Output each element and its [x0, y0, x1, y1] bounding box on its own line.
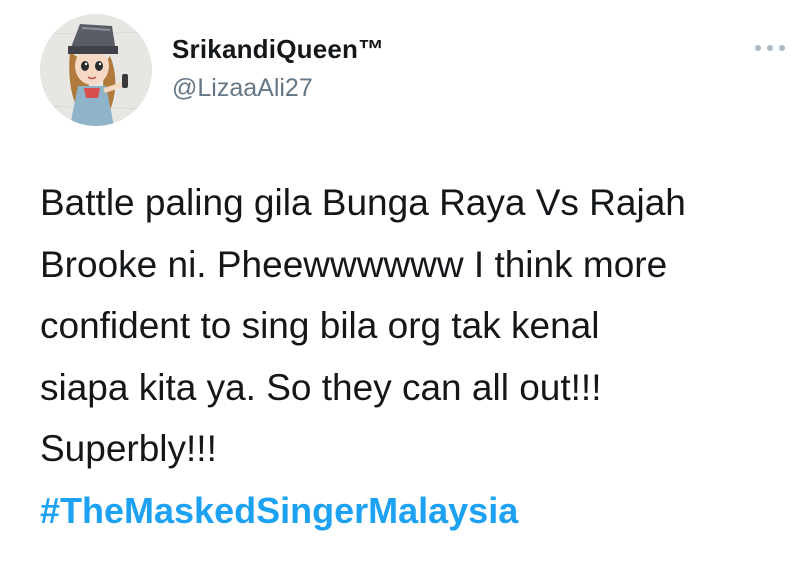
tweet-text-line: Battle paling gila Bunga Raya Vs Rajah	[40, 182, 686, 223]
more-dots-icon	[755, 45, 785, 51]
hashtag-link[interactable]: #TheMaskedSingerMalaysia	[40, 480, 800, 542]
more-options-button[interactable]	[752, 38, 788, 58]
tweet-text: Battle paling gila Bunga Raya Vs Rajah B…	[40, 172, 800, 541]
tweet-text-line: siapa kita ya. So they can all out!!!	[40, 366, 602, 408]
drawn-girl-avatar-icon	[40, 14, 152, 126]
tweet-text-line: Superbly!!!	[40, 428, 217, 469]
author-display-name[interactable]: SrikandiQueen™	[172, 34, 384, 65]
author-handle[interactable]: @LizaaAli27	[172, 74, 313, 103]
tweet-card: SrikandiQueen™ @LizaaAli27 Battle paling…	[0, 0, 811, 585]
tweet-text-line: confident to sing bila org tak kenal	[40, 305, 600, 346]
tweet-text-line: Brooke ni. Pheewwwwww I think more	[40, 243, 668, 285]
avatar[interactable]	[40, 14, 152, 126]
